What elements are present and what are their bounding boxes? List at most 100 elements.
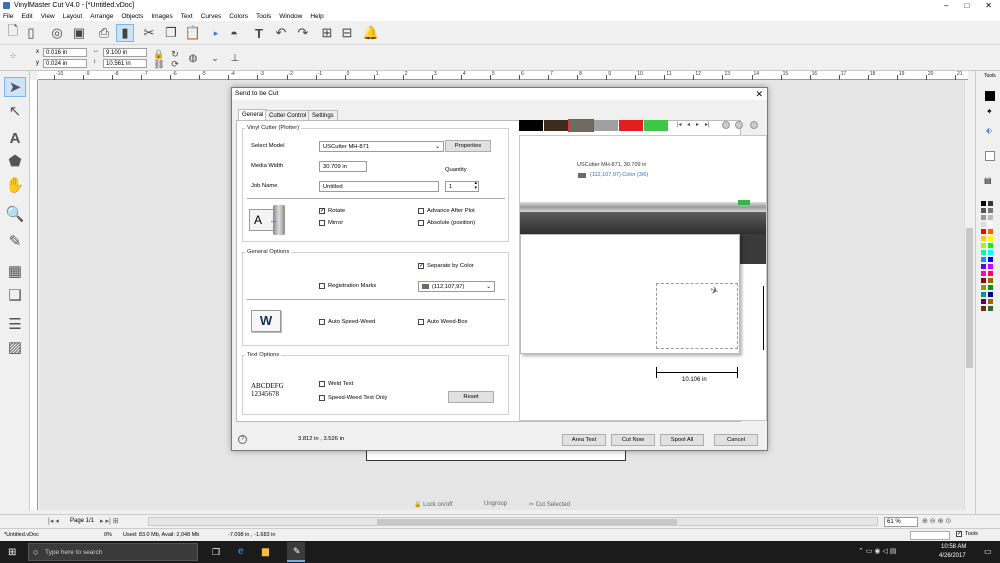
bell-icon[interactable]: 🔔: [362, 24, 380, 42]
y-position-field[interactable]: 0.024 in: [43, 59, 87, 68]
paste-icon[interactable]: 📋: [184, 24, 202, 42]
zoom-fit-icon[interactable]: [750, 121, 758, 129]
status-input[interactable]: [910, 531, 950, 540]
palette-swatch[interactable]: [981, 208, 986, 213]
copy-icon[interactable]: ❐: [162, 24, 180, 42]
palette-swatch[interactable]: [988, 264, 993, 269]
shadow-tool-icon[interactable]: ❏: [4, 285, 26, 305]
palette-swatch[interactable]: [988, 285, 993, 290]
vinylmaster-task-icon[interactable]: ✎: [287, 542, 305, 562]
windows-start-icon[interactable]: ⊞: [8, 547, 16, 558]
zoom-out-icon[interactable]: [735, 121, 743, 129]
palette-swatch[interactable]: [981, 271, 986, 276]
dialog-close-button[interactable]: ✕: [755, 88, 763, 100]
menu-layout[interactable]: Layout: [63, 13, 83, 20]
help-icon[interactable]: ?: [238, 435, 247, 444]
menu-window[interactable]: Window: [279, 13, 302, 20]
color-swatch[interactable]: [644, 120, 668, 131]
menu-objects[interactable]: Objects: [121, 13, 143, 20]
palette-swatch[interactable]: [981, 299, 986, 304]
color-swatch[interactable]: [619, 120, 643, 131]
edge-browser-icon[interactable]: e: [238, 546, 244, 557]
horizontal-scrollbar[interactable]: [148, 517, 878, 526]
last-icon[interactable]: ▸|: [705, 121, 710, 128]
text-tool-icon[interactable]: T: [250, 24, 268, 42]
palette-swatch[interactable]: [981, 306, 986, 311]
menu-images[interactable]: Images: [151, 13, 172, 20]
palette-swatch[interactable]: [988, 208, 993, 213]
redo-icon[interactable]: ↷: [294, 24, 312, 42]
menu-view[interactable]: View: [41, 13, 55, 20]
media-width-field[interactable]: 30.709 in: [319, 161, 367, 172]
palette-swatch[interactable]: [988, 292, 993, 297]
page-nav-buttons[interactable]: |◂ ◂: [48, 517, 59, 525]
save-icon[interactable]: ▣: [70, 24, 88, 42]
palette-swatch[interactable]: [988, 278, 993, 283]
reset-button[interactable]: Reset: [448, 391, 494, 403]
color-swatch[interactable]: [568, 119, 594, 132]
node-edit-tool-icon[interactable]: ↖: [4, 101, 26, 121]
cut-now-button[interactable]: Cut Now: [611, 434, 655, 446]
rotate-checkbox[interactable]: ✓ Rotate: [319, 208, 345, 214]
text-tool-icon-left[interactable]: A: [4, 128, 26, 148]
palette-swatch[interactable]: [988, 250, 993, 255]
menu-arrange[interactable]: Arrange: [90, 13, 113, 20]
menu-tools[interactable]: Tools: [256, 13, 271, 20]
palette-swatch[interactable]: [981, 222, 986, 227]
minimize-button[interactable]: –: [944, 0, 948, 11]
align-tool-icon[interactable]: ☰: [4, 314, 26, 334]
auto-weed-box-checkbox[interactable]: Auto Weed-Box: [418, 319, 468, 325]
palette-swatch[interactable]: [988, 271, 993, 276]
swap-icon[interactable]: ✦: [986, 107, 993, 116]
pin-icon[interactable]: ⊥: [226, 49, 244, 67]
palette-swatch[interactable]: [981, 278, 986, 283]
prev-icon[interactable]: ◂: [687, 121, 690, 128]
menu-colors[interactable]: Colors: [229, 13, 248, 20]
tape-icon[interactable]: ◍: [184, 49, 202, 67]
palette-swatch[interactable]: [988, 243, 993, 248]
color-select-dropdown[interactable]: (112,107,97) ⌄: [418, 281, 495, 292]
palette-swatch[interactable]: [981, 257, 986, 262]
weld-text-checkbox[interactable]: Weld Text: [319, 381, 353, 387]
notification-icon[interactable]: ▭: [984, 547, 992, 556]
spool-all-button[interactable]: Spool All: [660, 434, 704, 446]
ungroup-icon[interactable]: ⊟: [338, 24, 356, 42]
cancel-button[interactable]: Cancel: [714, 434, 758, 446]
import-icon[interactable]: ◎: [48, 24, 66, 42]
color-swatch[interactable]: [519, 120, 543, 131]
zoom-select[interactable]: 61 %: [884, 517, 918, 527]
palette-swatch[interactable]: [988, 201, 993, 206]
maximize-button[interactable]: □: [964, 0, 969, 11]
file-explorer-icon[interactable]: ▆: [262, 546, 269, 557]
palette-swatch[interactable]: [981, 264, 986, 269]
palette-swatch[interactable]: [981, 236, 986, 241]
arrow-right-icon[interactable]: ▸: [207, 24, 225, 42]
task-view-icon[interactable]: ❐: [212, 547, 220, 558]
palette-swatch[interactable]: [981, 201, 986, 206]
system-tray-icons[interactable]: ⌃ ▭ ◉ ◁ ▤: [858, 547, 896, 555]
scroll-thumb[interactable]: [966, 228, 973, 368]
auto-speed-weed-checkbox[interactable]: Auto Speed-Weed: [319, 319, 375, 325]
menu-text[interactable]: Text: [181, 13, 193, 20]
shape-tool-icon[interactable]: ⬟: [4, 151, 26, 171]
palette-swatch[interactable]: [981, 250, 986, 255]
separate-by-color-checkbox[interactable]: ✓ Separate by Color: [418, 263, 474, 269]
pan-tool-icon[interactable]: ✋: [4, 175, 26, 195]
menu-file[interactable]: File: [3, 13, 13, 20]
group-icon[interactable]: ⊞: [318, 24, 336, 42]
palette-swatch[interactable]: [988, 306, 993, 311]
palette-swatch[interactable]: [981, 243, 986, 248]
palette-swatch[interactable]: [988, 229, 993, 234]
menu-edit[interactable]: Edit: [21, 13, 32, 20]
palette-swatch[interactable]: [988, 222, 993, 227]
palette-swatch[interactable]: [981, 229, 986, 234]
zoom-in-icon[interactable]: [722, 121, 730, 129]
fill-color-swatch[interactable]: [985, 91, 995, 101]
width-field[interactable]: 9.100 in: [103, 48, 147, 57]
area-test-button[interactable]: Area Test: [562, 434, 606, 446]
send-to-cut-icon[interactable]: ▮: [116, 24, 134, 42]
advance-after-plot-checkbox[interactable]: Advance After Plot: [418, 208, 475, 214]
chevron-down-icon[interactable]: ⌄: [206, 49, 224, 67]
properties-button[interactable]: Properties: [445, 140, 491, 152]
close-window-button[interactable]: ✕: [985, 0, 992, 11]
